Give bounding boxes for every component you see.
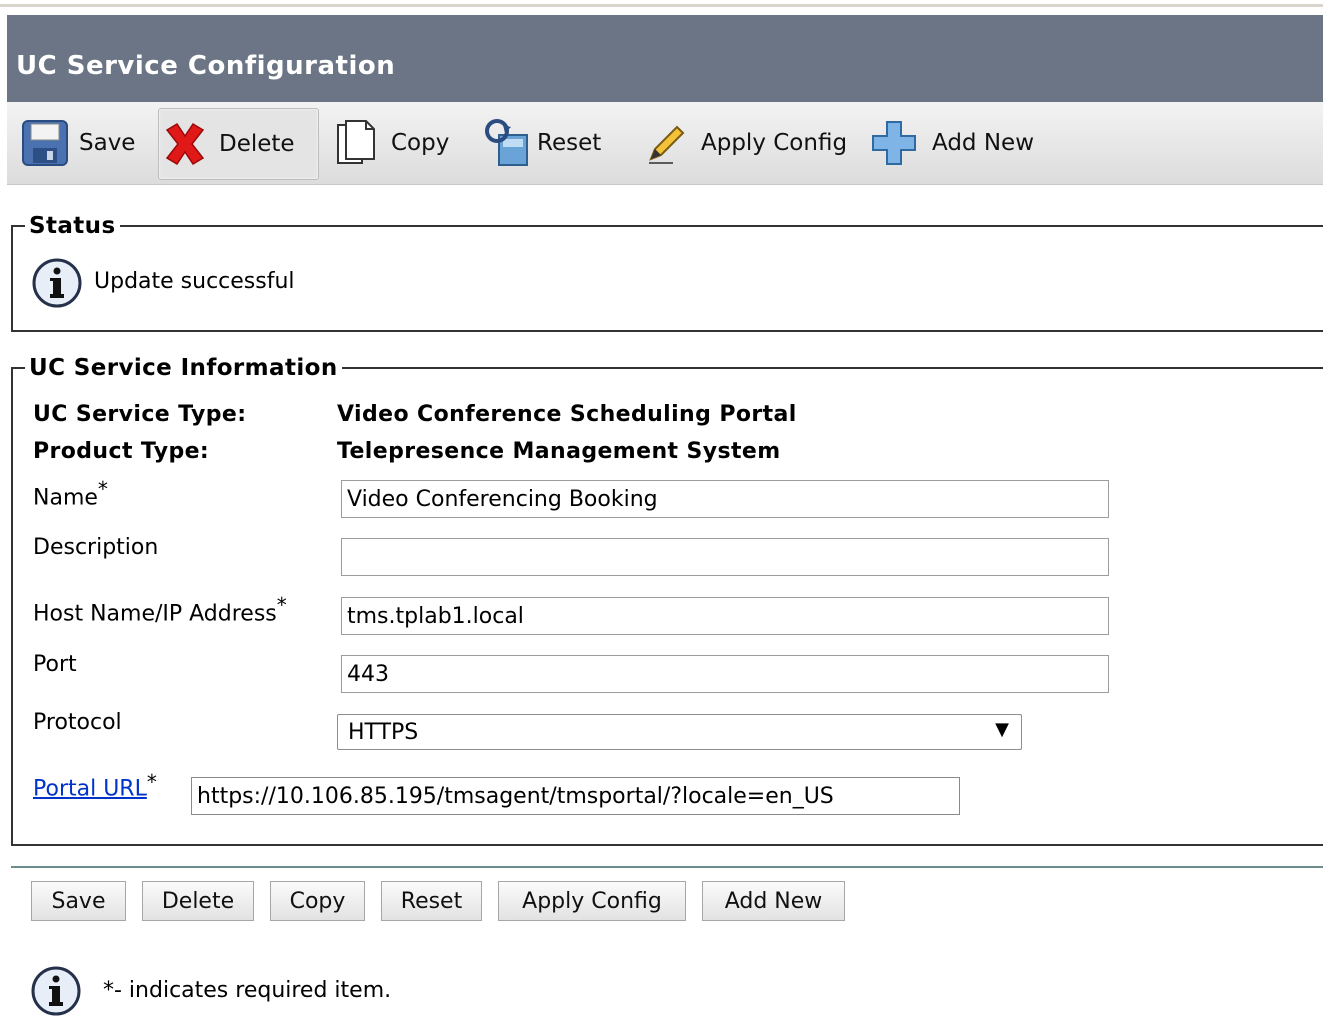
required-marker: * [276, 593, 287, 617]
port-label: Port [33, 652, 77, 677]
toolbar-add-new-button[interactable]: Add New [868, 108, 1034, 178]
uc-service-info-legend: UC Service Information [29, 355, 338, 381]
description-label: Description [33, 535, 159, 560]
portal-url-input[interactable] [191, 777, 960, 815]
required-marker: * [97, 477, 108, 501]
top-strip [0, 0, 1323, 15]
pencil-icon [641, 117, 693, 169]
status-message: Update successful [94, 269, 295, 294]
protocol-selected-value: HTTPS [348, 720, 419, 745]
toolbar-copy-button[interactable]: Copy [331, 108, 449, 178]
toolbar-delete-label: Delete [219, 131, 295, 157]
dropdown-arrow-icon: ▼ [995, 719, 1009, 740]
plus-icon [868, 117, 920, 169]
toolbar: Save Delete Copy Reset Apply Config Add … [7, 102, 1323, 185]
copy-button[interactable]: Copy [270, 881, 365, 921]
name-label-text: Name [33, 485, 98, 511]
portal-url-label: Portal URL* [33, 770, 157, 801]
toolbar-save-label: Save [79, 130, 136, 156]
delete-icon [159, 118, 211, 170]
reset-icon [481, 117, 533, 169]
add-new-button[interactable]: Add New [702, 881, 845, 921]
protocol-label: Protocol [33, 710, 122, 735]
required-marker: * [146, 770, 157, 794]
left-margin [0, 15, 7, 1020]
description-input[interactable] [341, 538, 1109, 576]
separator-line [11, 866, 1323, 868]
host-input[interactable] [341, 597, 1109, 635]
save-icon [19, 117, 71, 169]
page-title: UC Service Configuration [16, 51, 396, 81]
info-icon [31, 257, 83, 313]
footer-info-icon [30, 965, 82, 1021]
name-input[interactable] [341, 480, 1109, 518]
toolbar-add-new-label: Add New [932, 130, 1035, 156]
delete-button[interactable]: Delete [142, 881, 254, 921]
toolbar-apply-config-label: Apply Config [701, 130, 848, 156]
port-input[interactable] [341, 655, 1109, 693]
product-type-label: Product Type: [33, 439, 210, 464]
reset-button[interactable]: Reset [381, 881, 482, 921]
apply-config-button[interactable]: Apply Config [498, 881, 686, 921]
name-label: Name* [33, 477, 108, 510]
service-type-label: UC Service Type: [33, 402, 247, 427]
protocol-select[interactable]: HTTPS ▼ [337, 714, 1022, 750]
toolbar-copy-label: Copy [391, 130, 450, 156]
portal-url-link[interactable]: Portal URL [33, 776, 147, 801]
product-type-value: Telepresence Management System [337, 439, 781, 464]
toolbar-delete-button[interactable]: Delete [158, 108, 319, 180]
required-note: *- indicates required item. [103, 978, 392, 1003]
toolbar-reset-button[interactable]: Reset [481, 108, 601, 178]
service-type-value: Video Conference Scheduling Portal [337, 402, 797, 427]
host-label: Host Name/IP Address* [33, 593, 287, 626]
host-label-text: Host Name/IP Address [33, 601, 277, 627]
title-bar: UC Service Configuration [7, 15, 1323, 102]
toolbar-apply-config-button[interactable]: Apply Config [641, 108, 847, 178]
toolbar-save-button[interactable]: Save [19, 108, 135, 178]
save-button[interactable]: Save [31, 881, 126, 921]
copy-icon [331, 117, 383, 169]
status-legend: Status [29, 213, 116, 239]
toolbar-reset-label: Reset [537, 130, 602, 156]
